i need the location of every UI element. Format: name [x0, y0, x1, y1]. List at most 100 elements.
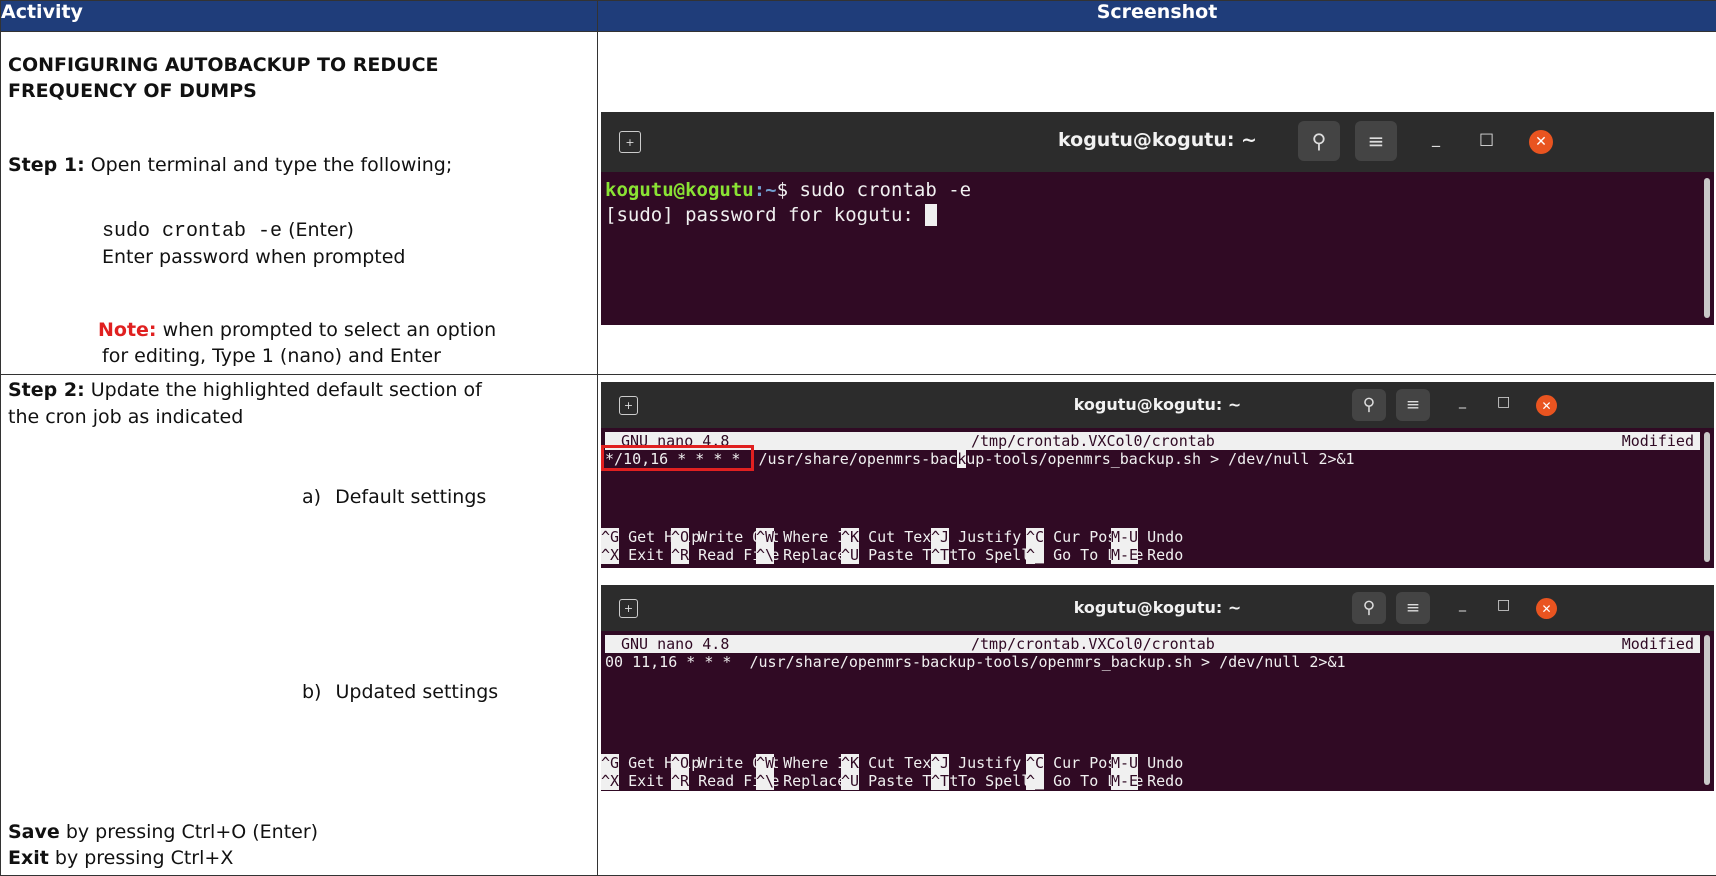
step2-line2: the cron job as indicated — [8, 404, 243, 430]
exit-label: Exit — [8, 847, 49, 869]
search-icon[interactable]: ⚲ — [1352, 592, 1386, 624]
hamburger-menu-icon[interactable]: ≡ — [1355, 121, 1397, 161]
minimize-icon[interactable]: _ — [1432, 128, 1440, 147]
shortcut-key: ^R — [671, 772, 689, 790]
save-text: by pressing Ctrl+O (Enter) — [60, 821, 318, 843]
close-icon[interactable]: ✕ — [1536, 395, 1557, 416]
terminal-cursor — [925, 204, 937, 226]
close-icon[interactable]: ✕ — [1529, 130, 1553, 154]
command-line: sudo crontab -e (Enter) — [102, 217, 354, 245]
shortcut-label: Cur Pos — [1044, 754, 1116, 772]
terminal-window-1: + kogutu@kogutu: ~ ⚲ ≡ _ □ ✕ kogutu@kogu… — [601, 112, 1714, 325]
maximize-icon[interactable]: □ — [1497, 394, 1510, 410]
terminal-2-titlebar: + kogutu@kogutu: ~ ⚲ ≡ _ □ ✕ — [601, 382, 1714, 428]
shortcut-label: Justify — [949, 754, 1021, 772]
note-line2: for editing, Type 1 (nano) and Enter — [102, 343, 441, 369]
item-b: b)Updated settings — [302, 679, 498, 705]
nano-shortcut: ^C Cur Pos — [1026, 528, 1116, 546]
terminal-3-scrollbar[interactable] — [1704, 635, 1710, 785]
shortcut-label: Redo — [1138, 546, 1183, 564]
hamburger-menu-icon[interactable]: ≡ — [1396, 592, 1430, 624]
shortcut-label: Exit — [619, 546, 664, 564]
minimize-icon[interactable]: _ — [1459, 596, 1466, 612]
shortcut-key: M-U — [1111, 528, 1138, 546]
sudo-password-prompt: [sudo] password for kogutu: — [605, 204, 925, 226]
prompt-command: $ sudo crontab -e — [777, 179, 971, 201]
cron-line-updated[interactable]: 00 11,16 * * * /usr/share/openmrs-backup… — [605, 652, 1346, 672]
note-label: Note: — [98, 319, 157, 341]
shortcut-key: ^C — [1026, 528, 1044, 546]
terminal-1-password-line: [sudo] password for kogutu: — [605, 204, 937, 226]
minimize-icon[interactable]: _ — [1459, 393, 1466, 409]
nano-shortcut: ^X Exit — [601, 546, 664, 564]
shortcut-label: Redo — [1138, 772, 1183, 790]
header-activity: Activity — [1, 1, 598, 32]
shortcut-key: ^O — [671, 754, 689, 772]
shortcut-key: ^K — [841, 754, 859, 772]
shortcut-label: Cur Pos — [1044, 528, 1116, 546]
shortcut-key: ^_ — [1026, 546, 1044, 564]
nano-shortcut: M-E Redo — [1111, 772, 1183, 790]
maximize-icon[interactable]: □ — [1479, 129, 1494, 148]
shortcut-label: Undo — [1138, 528, 1183, 546]
shortcut-label: Cut Text — [859, 754, 940, 772]
item-b-text: Updated settings — [335, 681, 498, 703]
shortcut-key: ^U — [841, 772, 859, 790]
shortcut-key: ^\ — [756, 546, 774, 564]
save-label: Save — [8, 821, 60, 843]
terminal-1-titlebar: + kogutu@kogutu: ~ ⚲ ≡ _ □ ✕ — [601, 112, 1714, 172]
shortcut-label: Undo — [1138, 754, 1183, 772]
shortcut-label: Replace — [774, 546, 846, 564]
shortcut-label: Exit — [619, 772, 664, 790]
search-icon[interactable]: ⚲ — [1298, 121, 1340, 161]
close-icon[interactable]: ✕ — [1536, 598, 1557, 619]
command-text: sudo crontab -e — [102, 220, 282, 243]
shortcut-key: ^J — [931, 528, 949, 546]
note-text: when prompted to select an option — [157, 319, 497, 341]
nano-shortcut: ^J Justify — [931, 754, 1021, 772]
item-a: a)Default settings — [302, 484, 486, 510]
shortcut-key: ^\ — [756, 772, 774, 790]
nano-status: Modified — [1622, 432, 1694, 450]
exit-instruction: Exit by pressing Ctrl+X — [8, 845, 233, 871]
save-instruction: Save by pressing Ctrl+O (Enter) — [8, 819, 318, 845]
exit-text: by pressing Ctrl+X — [49, 847, 234, 869]
nano-shortcut: ^T To Spell — [931, 546, 1030, 564]
shortcut-label: Cut Text — [859, 528, 940, 546]
shortcut-key: M-U — [1111, 754, 1138, 772]
step1-label: Step 1: — [8, 154, 85, 176]
hamburger-menu-icon[interactable]: ≡ — [1396, 389, 1430, 421]
shortcut-label: Justify — [949, 528, 1021, 546]
shortcut-key: ^K — [841, 528, 859, 546]
shortcut-key: ^X — [601, 772, 619, 790]
highlight-box — [601, 445, 754, 471]
nano-file-path: /tmp/crontab.VXCol0/crontab — [971, 432, 1215, 450]
shortcut-key: ^T — [931, 772, 949, 790]
search-icon[interactable]: ⚲ — [1352, 389, 1386, 421]
terminal-2-scrollbar[interactable] — [1704, 432, 1710, 562]
row1-activity-cell: CONFIGURING AUTOBACKUP TO REDUCE FREQUEN… — [1, 32, 598, 375]
step1-text: Open terminal and type the following; — [85, 154, 453, 176]
nano-version: GNU nano 4.8 — [621, 635, 729, 653]
nano-shortcut: ^X Exit — [601, 772, 664, 790]
prompt-path: :~ — [754, 179, 777, 201]
nano-shortcut: ^J Justify — [931, 528, 1021, 546]
shortcut-key: ^J — [931, 754, 949, 772]
shortcut-label: Replace — [774, 772, 846, 790]
nano-shortcut: ^\ Replace — [756, 546, 846, 564]
nano-shortcut: ^\ Replace — [756, 772, 846, 790]
nano-shortcut: ^K Cut Text — [841, 528, 940, 546]
terminal-3-titlebar: + kogutu@kogutu: ~ ⚲ ≡ _ □ ✕ — [601, 585, 1714, 631]
activity-table: Activity Screenshot CONFIGURING AUTOBACK… — [0, 0, 1716, 876]
shortcut-key: M-E — [1111, 546, 1138, 564]
step1-instruction: Step 1: Open terminal and type the follo… — [8, 152, 452, 178]
shortcut-label: To Spell — [949, 772, 1030, 790]
terminal-1-scrollbar[interactable] — [1704, 178, 1710, 318]
cron-command-part-a: /usr/share/openmrs-bac — [740, 450, 957, 468]
maximize-icon[interactable]: □ — [1497, 597, 1510, 613]
shortcut-key: ^X — [601, 546, 619, 564]
shortcut-key: ^R — [671, 546, 689, 564]
nano-shortcut: M-U Undo — [1111, 528, 1183, 546]
nano-shortcut: ^C Cur Pos — [1026, 754, 1116, 772]
step2-text: Update the highlighted default section o… — [85, 379, 482, 401]
